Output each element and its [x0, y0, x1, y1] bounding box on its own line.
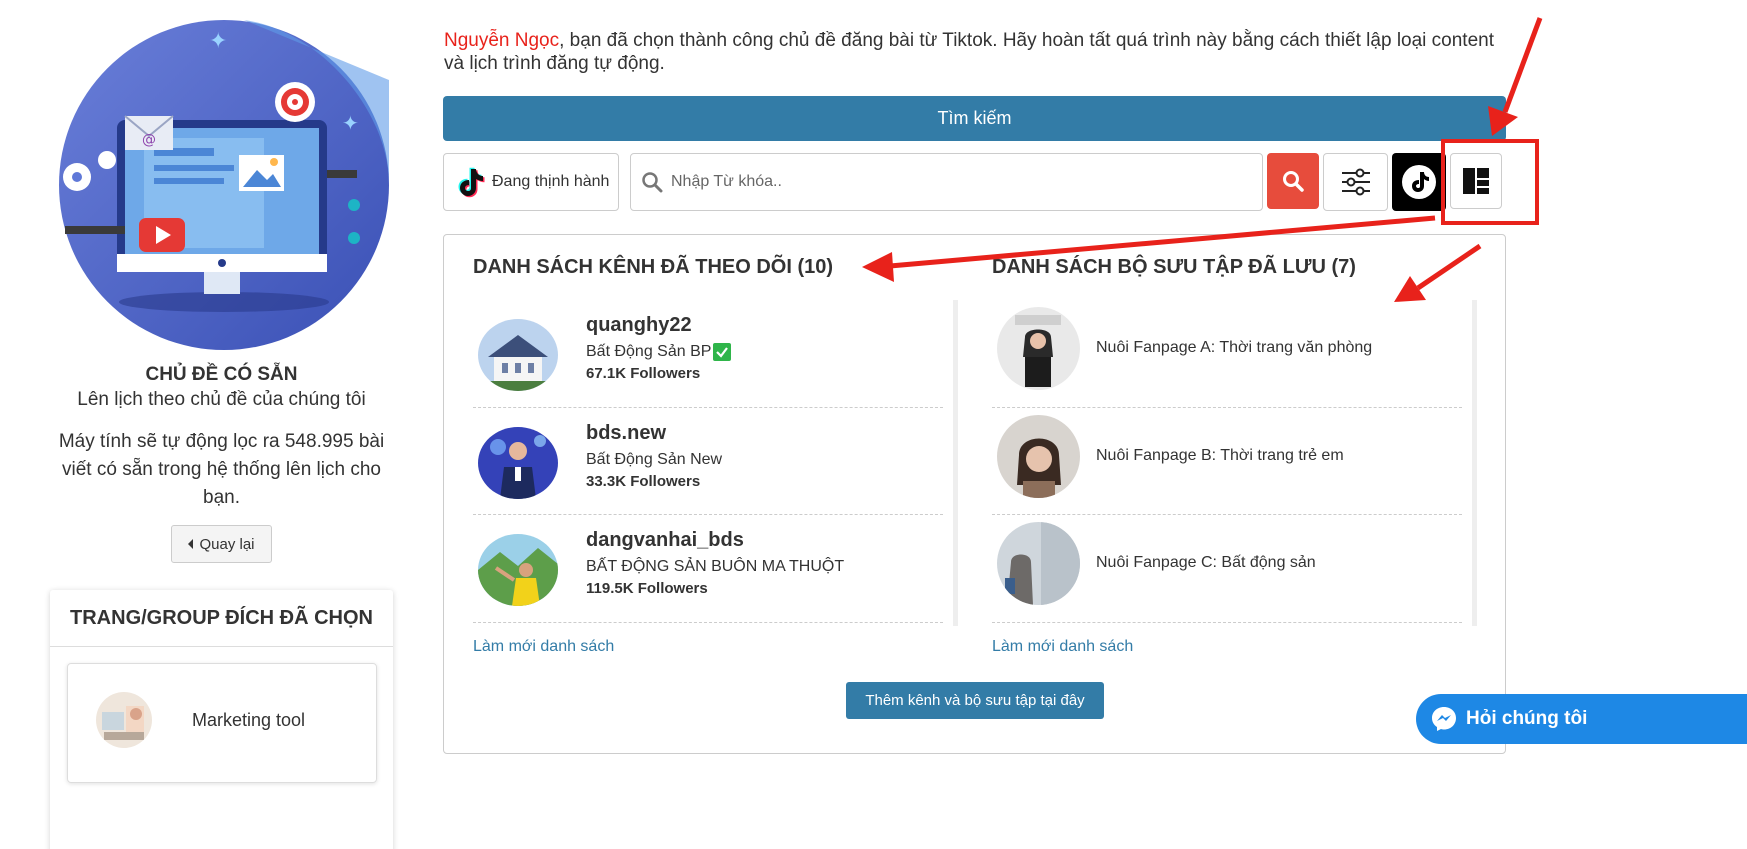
list-item[interactable]: Nuôi Fanpage C: Bất động sản: [992, 515, 1462, 623]
topic-title: CHỦ ĐỀ CÓ SẴN: [145, 364, 298, 385]
channel-handle: dangvanhai_bds: [586, 529, 744, 551]
channel-description-text: Bất Động Sản New: [586, 450, 723, 468]
followed-channels-title: DANH SÁCH KÊNH ĐÃ THEO DÕI (10): [473, 256, 834, 278]
channels-scrollbar[interactable]: [953, 300, 958, 626]
messenger-chat-button[interactable]: Hỏi chúng tôi: [1416, 694, 1747, 744]
topic-description: Máy tính sẽ tự động lọc ra 548.995 bài v…: [58, 431, 385, 508]
search-submit-button[interactable]: [1267, 153, 1319, 209]
trending-button[interactable]: Đang thịnh hành: [443, 153, 619, 211]
search-toggle-button[interactable]: Tìm kiếm: [443, 96, 1506, 141]
selected-targets-title: TRANG/GROUP ĐÍCH ĐÃ CHỌN: [50, 590, 393, 647]
back-button[interactable]: Quay lại: [171, 525, 272, 563]
target-page-card[interactable]: Marketing tool: [67, 663, 377, 783]
channel-description: Bất Động Sản BP: [586, 343, 732, 361]
back-button-label: Quay lại: [199, 535, 255, 553]
list-item[interactable]: Nuôi Fanpage B: Thời trang trẻ em: [992, 408, 1462, 515]
followed-channels-list: quanghy22 Bất Động Sản BP 67.1K Follower…: [473, 300, 943, 626]
channel-followers: 119.5K Followers: [586, 580, 708, 597]
svg-text:✦: ✦: [342, 111, 359, 135]
saved-collections-title: DANH SÁCH BỘ SƯU TẬP ĐÃ LƯU (7): [992, 256, 1356, 278]
caret-left-icon: [188, 539, 194, 549]
annotation-highlight-box: [1441, 139, 1539, 225]
target-page-name: Marketing tool: [192, 710, 306, 730]
filter-settings-button[interactable]: [1323, 153, 1388, 211]
tiktok-source-button[interactable]: [1392, 153, 1446, 211]
list-item[interactable]: Nuôi Fanpage A: Thời trang văn phòng: [992, 300, 1462, 408]
channel-handle: bds.new: [586, 421, 667, 444]
channel-description: Bất Động Sản New: [586, 451, 722, 469]
tiktok-logo-icon: [458, 167, 485, 198]
refresh-channels-link[interactable]: Làm mới danh sách: [473, 638, 614, 656]
channel-followers: 33.3K Followers: [586, 472, 701, 490]
keyword-search-box: [630, 153, 1263, 211]
collection-name: Nuôi Fanpage C: Bất động sản: [1096, 554, 1316, 571]
tiktok-logo-icon: [1402, 165, 1436, 199]
search-icon: [642, 172, 663, 193]
svg-text:@: @: [142, 132, 156, 148]
svg-text:✦: ✦: [209, 29, 227, 54]
topic-illustration: ✦ ✦ @: [59, 20, 389, 350]
target-page-avatar: [96, 692, 152, 748]
collection-name: Nuôi Fanpage A: Thời trang văn phòng: [1096, 339, 1373, 356]
collections-scrollbar[interactable]: [1472, 300, 1477, 626]
list-item[interactable]: bds.new Bất Động Sản New 33.3K Followers: [473, 408, 943, 515]
computer-illustration-icon: ✦ ✦ @: [59, 20, 389, 350]
messenger-chat-label: Hỏi chúng tôi: [1466, 708, 1588, 729]
channel-avatar: [478, 426, 558, 499]
messenger-icon: [1432, 707, 1456, 731]
topic-subtitle: Lên lịch theo chủ đề của chúng tôi: [77, 389, 366, 410]
channel-handle: quanghy22: [586, 314, 692, 336]
list-item[interactable]: quanghy22 Bất Động Sản BP 67.1K Follower…: [473, 300, 943, 408]
channel-description-text: Bất Động Sản BP: [586, 343, 712, 360]
intro-text: , bạn đã chọn thành công chủ đề đăng bài…: [444, 30, 1494, 74]
channel-avatar: [478, 534, 558, 606]
verified-check-icon: [713, 343, 732, 361]
list-item[interactable]: dangvanhai_bds BẤT ĐỘNG SẢN BUÔN MA THUỘ…: [473, 515, 943, 623]
channel-description-text: BẤT ĐỘNG SẢN BUÔN MA THUỘT: [586, 558, 845, 575]
trending-label: Đang thịnh hành: [492, 173, 610, 190]
intro-message: Nguyễn Ngọc, bạn đã chọn thành công chủ …: [444, 29, 1504, 75]
saved-collections-list: Nuôi Fanpage A: Thời trang văn phòng Nuô…: [992, 300, 1462, 626]
collection-avatar: [997, 307, 1080, 390]
user-name: Nguyễn Ngọc: [444, 30, 560, 51]
collection-name: Nuôi Fanpage B: Thời trang trẻ em: [1096, 446, 1344, 464]
selected-targets-panel: TRANG/GROUP ĐÍCH ĐÃ CHỌN Marketing tool: [50, 590, 393, 849]
channel-avatar: [478, 319, 558, 391]
sliders-icon: [1341, 168, 1370, 196]
keyword-input[interactable]: [671, 173, 1231, 191]
channel-followers: 67.1K Followers: [586, 365, 701, 382]
search-icon: [1283, 171, 1304, 192]
collection-avatar: [997, 414, 1080, 498]
channel-description: BẤT ĐỘNG SẢN BUÔN MA THUỘT: [586, 558, 844, 576]
collection-avatar: [997, 522, 1080, 605]
refresh-collections-link[interactable]: Làm mới danh sách: [992, 638, 1133, 656]
add-channels-collections-button[interactable]: Thêm kênh và bộ sưu tập tại đây: [846, 682, 1104, 719]
